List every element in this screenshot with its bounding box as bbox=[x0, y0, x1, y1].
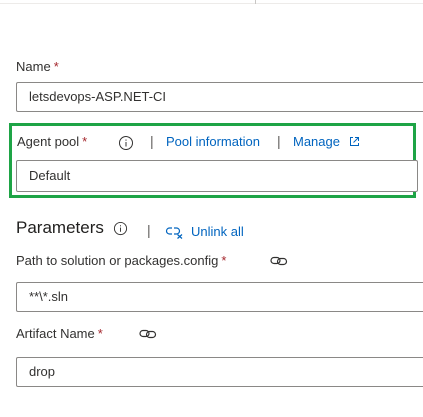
name-input-value: letsdevops-ASP.NET-CI bbox=[29, 89, 167, 104]
agent-pool-select-value: Default bbox=[29, 168, 71, 183]
info-icon[interactable] bbox=[113, 221, 128, 236]
artifact-name-label-text: Artifact Name bbox=[16, 326, 95, 341]
agent-pool-select[interactable]: Default bbox=[16, 160, 418, 192]
name-input[interactable]: letsdevops-ASP.NET-CI bbox=[16, 82, 423, 112]
name-label: Name * bbox=[16, 59, 59, 74]
unlink-all-link[interactable]: Unlink all bbox=[191, 224, 244, 239]
solution-path-input-value: **\*.sln bbox=[29, 289, 69, 304]
top-divider bbox=[0, 3, 423, 4]
required-mark: * bbox=[82, 134, 88, 149]
agent-pool-label: Agent pool * bbox=[17, 134, 87, 149]
separator: | bbox=[277, 133, 281, 149]
parameters-title: Parameters bbox=[16, 218, 104, 237]
external-link-icon[interactable] bbox=[349, 136, 360, 147]
info-icon[interactable] bbox=[118, 135, 134, 151]
solution-path-input[interactable]: **\*.sln bbox=[16, 282, 423, 312]
artifact-name-input-value: drop bbox=[29, 364, 56, 379]
pool-information-link[interactable]: Pool information bbox=[166, 134, 260, 149]
separator: | bbox=[150, 133, 154, 149]
agent-pool-label-text: Agent pool bbox=[17, 134, 80, 149]
unlink-icon[interactable] bbox=[165, 225, 185, 239]
link-icon[interactable] bbox=[270, 255, 288, 267]
name-label-text: Name bbox=[16, 59, 51, 74]
solution-path-label-text: Path to solution or packages.config bbox=[16, 253, 219, 268]
manage-link[interactable]: Manage bbox=[293, 134, 340, 149]
required-mark: * bbox=[53, 59, 59, 74]
required-mark: * bbox=[221, 253, 227, 268]
top-divider-tick bbox=[255, 0, 256, 4]
artifact-name-label: Artifact Name * bbox=[16, 326, 103, 341]
link-icon[interactable] bbox=[139, 328, 157, 340]
artifact-name-input[interactable]: drop bbox=[16, 357, 423, 387]
separator: | bbox=[147, 222, 151, 238]
solution-path-label: Path to solution or packages.config * bbox=[16, 253, 226, 268]
required-mark: * bbox=[97, 326, 103, 341]
